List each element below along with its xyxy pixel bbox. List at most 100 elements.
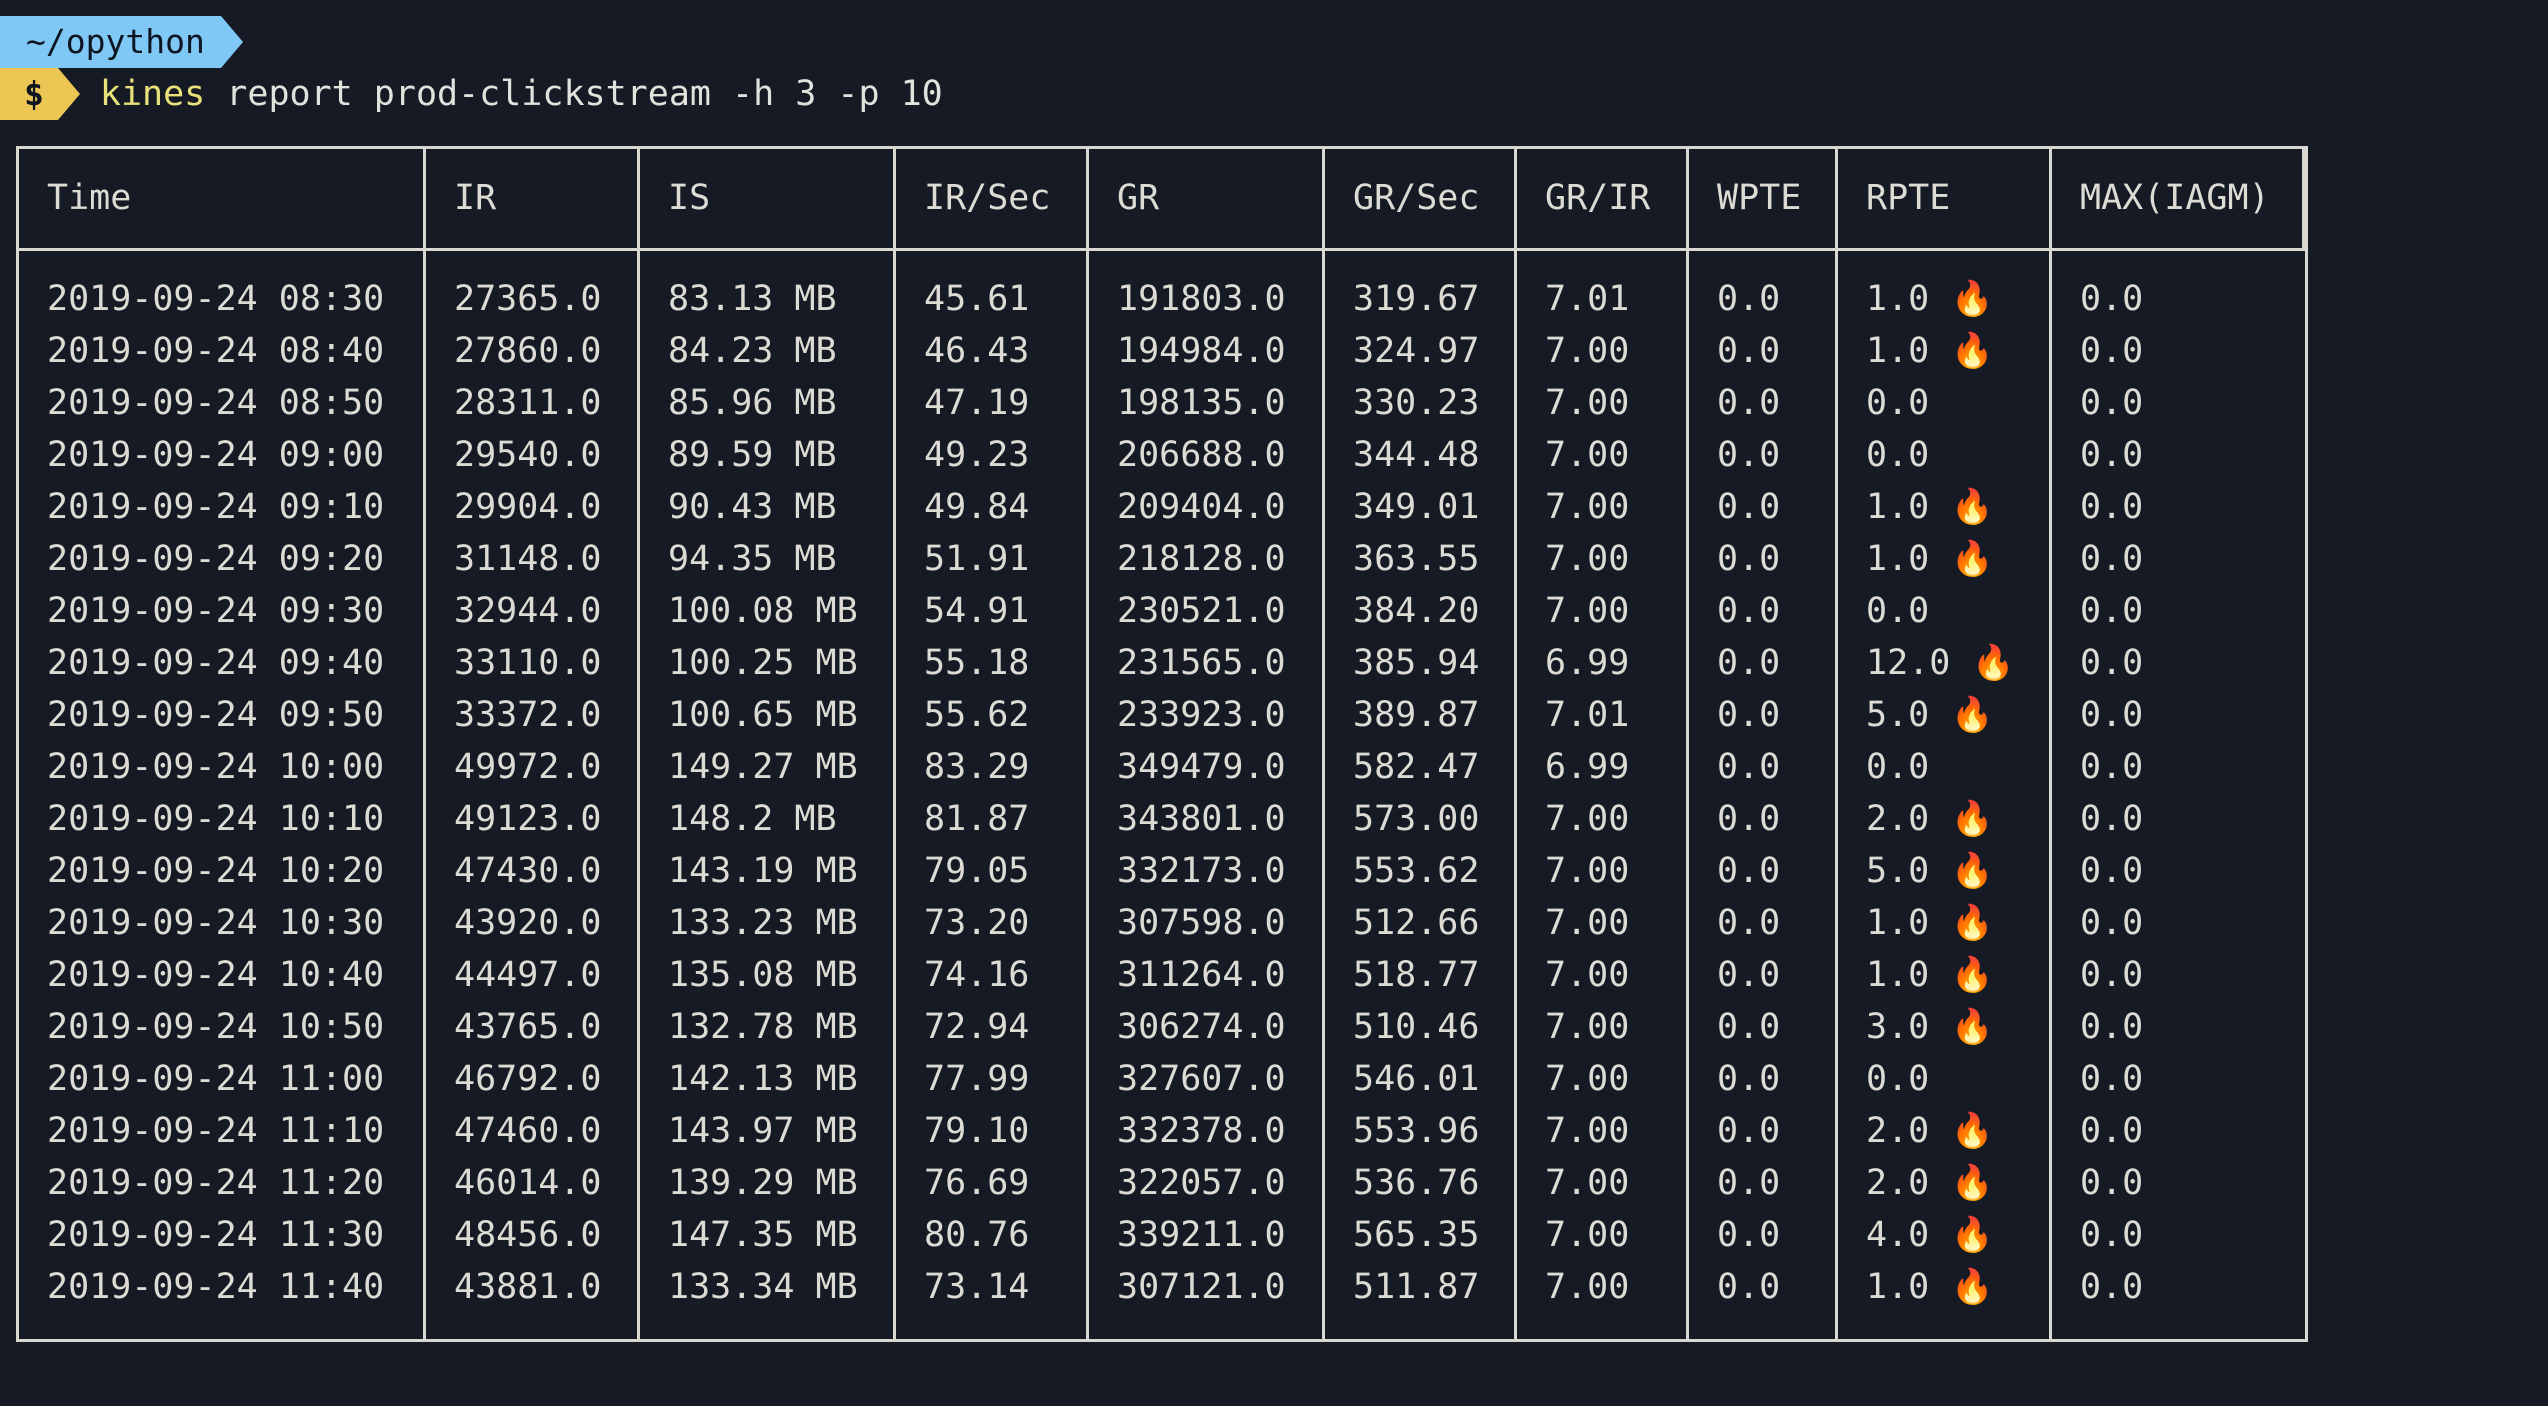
cell-value: 327607.0: [1117, 1059, 1286, 1099]
cell-gr-ir: 7.00: [1545, 1105, 1686, 1157]
cell-gr: 194984.0: [1117, 325, 1322, 377]
cell-rpte: 1.0 🔥: [1866, 1261, 2049, 1313]
cell-time: 2019-09-24 11:10: [47, 1105, 423, 1157]
cell-is: 100.65 MB: [668, 689, 893, 741]
header-wpte: WPTE: [1689, 149, 1838, 251]
fire-icon: 🔥: [1951, 487, 1994, 527]
cell-gr: 311264.0: [1117, 949, 1322, 1001]
cell-rpte: 5.0 🔥: [1866, 845, 2049, 897]
cell-value: 0.0: [1717, 903, 1781, 943]
cell-value: 45.61: [924, 279, 1030, 319]
cell-value: 100.65 MB: [668, 695, 858, 735]
cell-gr-sec: 344.48: [1353, 429, 1514, 481]
cell-value: 51.91: [924, 539, 1030, 579]
cell-wpte: 0.0: [1717, 1053, 1835, 1105]
cell-ir: 28311.0: [454, 377, 637, 429]
cell-rpte: 3.0 🔥: [1866, 1001, 2049, 1053]
cell-value: 0.0: [2080, 383, 2144, 423]
cell-ir-sec: 79.05: [924, 845, 1086, 897]
cell-value: 100.08 MB: [668, 591, 858, 631]
cell-value: 0.0: [2080, 1007, 2144, 1047]
cell-gr: 233923.0: [1117, 689, 1322, 741]
cell-value: 0.0: [1717, 1111, 1781, 1151]
cell-value: 218128.0: [1117, 539, 1286, 579]
cell-gr-sec: 536.76: [1353, 1157, 1514, 1209]
cell-value: 2.0: [1866, 1163, 1930, 1203]
cell-value: 7.01: [1545, 279, 1630, 319]
cell-value: 349.01: [1353, 487, 1480, 527]
cell-time: 2019-09-24 09:10: [47, 481, 423, 533]
cell-gr-sec: 389.87: [1353, 689, 1514, 741]
cell-value: 7.00: [1545, 591, 1630, 631]
cell-value: 2019-09-24 11:20: [47, 1163, 385, 1203]
cell-gr-sec: 510.46: [1353, 1001, 1514, 1053]
cell-max-iagm: 0.0: [2080, 1209, 2305, 1261]
cell-value: 33110.0: [454, 643, 602, 683]
cell-value: 1.0: [1866, 539, 1930, 579]
cell-value: 2019-09-24 11:40: [47, 1267, 385, 1307]
cell-gr: 306274.0: [1117, 1001, 1322, 1053]
cell-is: 84.23 MB: [668, 325, 893, 377]
cell-value: 133.34 MB: [668, 1267, 858, 1307]
cell-wpte: 0.0: [1717, 481, 1835, 533]
cell-ir: 43765.0: [454, 1001, 637, 1053]
cell-value: 2019-09-24 11:00: [47, 1059, 385, 1099]
command-line[interactable]: $ kines report prod-clickstream -h 3 -p …: [0, 68, 943, 120]
cell-value: 47430.0: [454, 851, 602, 891]
cell-value: 7.00: [1545, 1007, 1630, 1047]
cell-value: 322057.0: [1117, 1163, 1286, 1203]
cell-value: 43920.0: [454, 903, 602, 943]
fire-icon: 🔥: [1951, 851, 1994, 891]
cell-value: 0.0: [1717, 1007, 1781, 1047]
cell-max-iagm: 0.0: [2080, 897, 2305, 949]
cell-wpte: 0.0: [1717, 377, 1835, 429]
cell-value: 143.97 MB: [668, 1111, 858, 1151]
cell-max-iagm: 0.0: [2080, 429, 2305, 481]
cell-value: 307598.0: [1117, 903, 1286, 943]
cell-value: 43881.0: [454, 1267, 602, 1307]
cell-gr-ir: 7.00: [1545, 845, 1686, 897]
cell-ir-sec: 47.19: [924, 377, 1086, 429]
cell-value: 1.0: [1866, 331, 1930, 371]
cell-value: 2019-09-24 10:40: [47, 955, 385, 995]
cell-time: 2019-09-24 09:00: [47, 429, 423, 481]
cell-value: 209404.0: [1117, 487, 1286, 527]
cell-value: 94.35 MB: [668, 539, 837, 579]
cell-value: 0.0: [2080, 747, 2144, 787]
cell-value: 343801.0: [1117, 799, 1286, 839]
cell-value: 135.08 MB: [668, 955, 858, 995]
header-is: IS: [640, 149, 896, 251]
cell-value: 149.27 MB: [668, 747, 858, 787]
cell-value: 7.00: [1545, 487, 1630, 527]
cell-value: 83.13 MB: [668, 279, 837, 319]
cell-time: 2019-09-24 09:40: [47, 637, 423, 689]
cell-value: 2019-09-24 10:10: [47, 799, 385, 839]
cell-time: 2019-09-24 08:30: [47, 273, 423, 325]
cell-value: 230521.0: [1117, 591, 1286, 631]
cell-gr-ir: 6.99: [1545, 637, 1686, 689]
cell-value: 2019-09-24 11:30: [47, 1215, 385, 1255]
cell-max-iagm: 0.0: [2080, 585, 2305, 637]
cell-value: 0.0: [2080, 955, 2144, 995]
cell-rpte: 1.0 🔥: [1866, 273, 2049, 325]
cell-value: 7.00: [1545, 1163, 1630, 1203]
cell-wpte: 0.0: [1717, 741, 1835, 793]
cell-ir: 43881.0: [454, 1261, 637, 1313]
cell-gr: 327607.0: [1117, 1053, 1322, 1105]
cell-value: 7.00: [1545, 1215, 1630, 1255]
cell-value: 47460.0: [454, 1111, 602, 1151]
cell-value: 0.0: [1866, 435, 1930, 475]
cell-gr: 343801.0: [1117, 793, 1322, 845]
cell-value: 79.10: [924, 1111, 1030, 1151]
cell-value: 0.0: [1717, 383, 1781, 423]
cell-rpte: 1.0 🔥: [1866, 949, 2049, 1001]
cell-time: 2019-09-24 09:50: [47, 689, 423, 741]
cell-gr-ir: 7.00: [1545, 1001, 1686, 1053]
header-gr: GR: [1089, 149, 1325, 251]
cell-time: 2019-09-24 09:20: [47, 533, 423, 585]
cell-ir-sec: 81.87: [924, 793, 1086, 845]
cell-value: 27860.0: [454, 331, 602, 371]
cell-value: 0.0: [1717, 955, 1781, 995]
cell-value: 1.0: [1866, 487, 1930, 527]
cell-value: 7.00: [1545, 955, 1630, 995]
